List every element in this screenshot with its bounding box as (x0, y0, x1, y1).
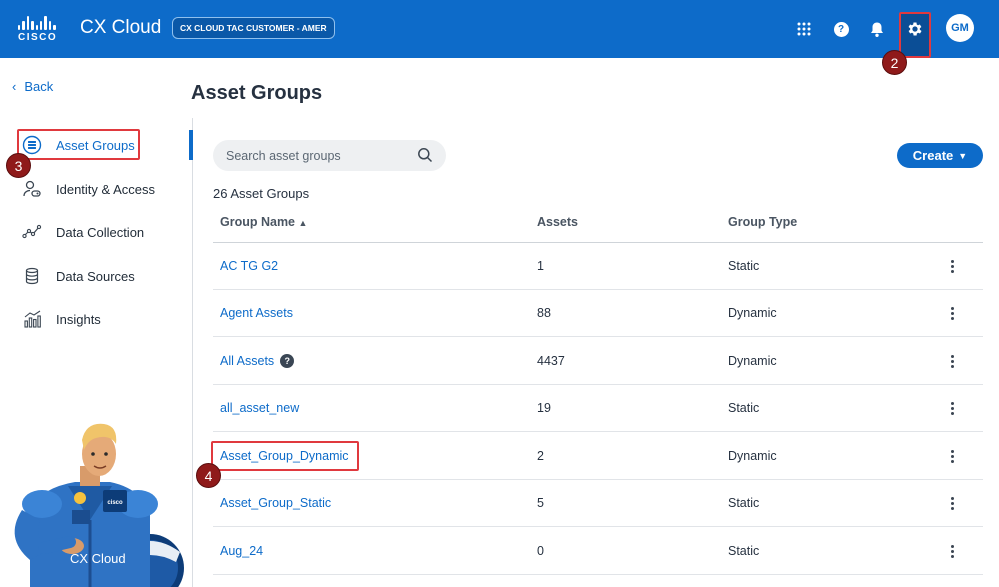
assets-count: 5 (537, 496, 544, 510)
group-name-link[interactable]: Agent Assets (220, 306, 293, 320)
sidebar-item-insights[interactable]: Insights (22, 306, 101, 332)
help-icon[interactable]: ? (829, 17, 853, 41)
sidebar-item-data-sources[interactable]: Data Sources (22, 263, 135, 289)
table-row: Agent Assets 88 Dynamic (213, 290, 983, 337)
column-header-assets[interactable]: Assets (537, 215, 578, 229)
search-input[interactable] (213, 140, 446, 171)
table-row: AC TG G2 1 Static (213, 243, 983, 290)
group-name-link[interactable]: Aug_24 (220, 544, 263, 558)
help-glyph: ? (833, 21, 849, 37)
top-header: CISCO CX Cloud CX CLOUD TAC CUSTOMER - A… (0, 0, 999, 58)
group-name-text: Agent Assets (220, 306, 293, 320)
app-title[interactable]: CX Cloud (80, 17, 161, 39)
group-name-link[interactable]: all_asset_new (220, 401, 299, 415)
notification-bell-icon[interactable] (865, 17, 889, 41)
active-indicator (189, 130, 193, 160)
group-name-text: Aug_24 (220, 544, 264, 558)
sidebar-item-asset-groups[interactable]: Asset Groups (22, 132, 135, 158)
tenant-badge[interactable]: CX CLOUD TAC CUSTOMER - AMER (172, 17, 335, 39)
group-type: Static (728, 401, 760, 415)
group-name-text: AC TG G2 (220, 259, 279, 273)
group-name-text: all_asset_new (220, 401, 300, 415)
back-label: Back (24, 79, 54, 94)
group-name-link[interactable]: Asset_Group_Static (220, 496, 331, 510)
more-options-icon[interactable] (944, 542, 960, 560)
sort-ascending-icon: ▲ (298, 218, 308, 228)
highlight-row-asset-group-dynamic (211, 441, 359, 471)
assets-count: 19 (537, 401, 551, 415)
search-icon[interactable] (417, 147, 433, 163)
sidebar-item-data-collection[interactable]: Data Collection (22, 219, 144, 245)
assets-count: 2 (537, 449, 544, 463)
more-options-icon[interactable] (944, 447, 960, 465)
column-header-group-name[interactable]: Group Name ▲ (220, 215, 307, 229)
group-type: Static (728, 259, 760, 273)
callout-2: 2 (882, 50, 907, 75)
data-collection-icon (22, 222, 42, 242)
illustration-caption: CX Cloud (70, 551, 126, 566)
sidebar-item-label: Identity & Access (56, 181, 155, 197)
gear-icon (908, 22, 922, 36)
group-type: Dynamic (728, 449, 777, 463)
sidebar-item-label: Asset Groups (56, 137, 135, 153)
page-title: Asset Groups (191, 82, 323, 104)
more-options-icon[interactable] (944, 352, 960, 370)
group-name-link[interactable]: All Assets ? (220, 354, 295, 368)
back-link[interactable]: ‹ Back (12, 79, 53, 94)
more-options-icon[interactable] (944, 304, 960, 322)
table-row: Aug_24 0 Static (213, 528, 983, 575)
insights-icon (22, 309, 42, 329)
assets-count: 4437 (537, 354, 565, 368)
user-avatar[interactable]: GM (946, 14, 974, 42)
group-name-text: All Assets (220, 354, 275, 368)
sidebar-item-label: Data Collection (56, 224, 145, 240)
callout-3: 3 (6, 153, 31, 178)
column-header-label: Group Name (220, 215, 296, 229)
table-row: Asset_Group_Static 5 Static (213, 480, 983, 527)
more-options-icon[interactable] (944, 399, 960, 417)
assets-count: 1 (537, 259, 544, 273)
sidebar-item-label: Data Sources (56, 268, 135, 284)
group-type: Dynamic (728, 306, 777, 320)
group-type: Dynamic (728, 354, 777, 368)
column-header-group-type[interactable]: Group Type (728, 215, 797, 229)
group-type: Static (728, 496, 760, 510)
apps-grid-icon[interactable] (792, 17, 816, 41)
group-name-text: Asset_Group_Static (220, 496, 332, 510)
more-options-icon[interactable] (944, 257, 960, 275)
settings-button[interactable] (899, 12, 931, 58)
create-label: Create (912, 148, 954, 163)
caret-down-icon: ▼ (958, 150, 968, 161)
callout-4: 4 (196, 463, 221, 488)
chevron-left-icon: ‹ (12, 79, 17, 94)
table-row: all_asset_new 19 Static (213, 385, 983, 432)
cisco-logo[interactable]: CISCO (18, 14, 62, 44)
assets-count: 0 (537, 544, 544, 558)
cisco-bars-icon (18, 14, 62, 30)
sidebar-item-label: Insights (56, 311, 101, 327)
identity-icon (22, 179, 42, 199)
group-type: Static (728, 544, 760, 558)
database-icon (22, 266, 42, 286)
help-icon[interactable]: ? (280, 354, 295, 368)
asset-groups-icon (22, 135, 42, 155)
assets-count: 88 (537, 306, 551, 320)
illustration-badge: cisco (107, 500, 123, 506)
sidebar-item-identity-access[interactable]: Identity & Access (22, 176, 155, 202)
table-row: All Assets ? 4437 Dynamic (213, 338, 983, 385)
group-name-link[interactable]: AC TG G2 (220, 259, 278, 273)
create-button[interactable]: Create ▼ (897, 143, 983, 168)
asset-group-count: 26 Asset Groups (213, 186, 310, 201)
more-options-icon[interactable] (944, 494, 960, 512)
cisco-wordmark: CISCO (18, 32, 58, 43)
